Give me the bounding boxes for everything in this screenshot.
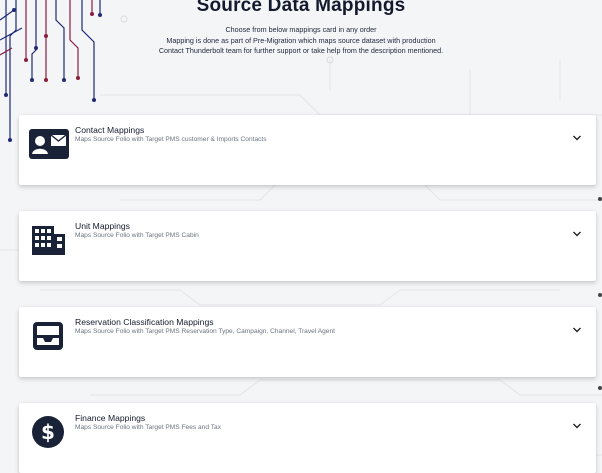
- dollar-icon: $: [28, 415, 70, 449]
- chevron-down-icon[interactable]: [572, 225, 582, 237]
- card-unit-mappings[interactable]: Unit Mappings Maps Source Folio with Tar…: [19, 211, 596, 281]
- card-title: Unit Mappings: [75, 221, 130, 231]
- card-contact-mappings[interactable]: Contact Mappings Maps Source Folio with …: [19, 115, 596, 185]
- page-header: Source Data Mappings Choose from below m…: [0, 0, 602, 57]
- instruction-text: Choose from below mappings card in any o…: [225, 25, 377, 34]
- card-title: Reservation Classification Mappings: [75, 317, 214, 327]
- contact-card-icon: [28, 127, 70, 161]
- support-text: Contact Thunderbolt team for further sup…: [158, 46, 444, 55]
- card-description: Maps Source Folio with Target PMS Cabin: [75, 232, 199, 239]
- chevron-down-icon[interactable]: [572, 417, 582, 429]
- svg-text:$: $: [41, 420, 55, 444]
- chevron-down-icon[interactable]: [572, 129, 582, 141]
- card-finance-mappings[interactable]: $ Finance Mappings Maps Source Folio wit…: [19, 403, 596, 473]
- card-reservation-classification-mappings[interactable]: Reservation Classification Mappings Maps…: [19, 307, 596, 377]
- decor-dot: [598, 293, 602, 297]
- building-icon: [28, 223, 70, 257]
- description-text: Mapping is done as part of Pre-Migration…: [166, 35, 436, 45]
- card-description: Maps Source Folio with Target PMS Fees a…: [75, 424, 221, 431]
- card-description: Maps Source Folio with Target PMS custom…: [75, 136, 267, 143]
- card-description: Maps Source Folio with Target PMS Reserv…: [75, 328, 335, 335]
- decor-dot: [598, 197, 602, 201]
- card-title: Contact Mappings: [75, 125, 145, 135]
- page-title: Source Data Mappings: [196, 0, 406, 16]
- decor-dot: [598, 386, 602, 390]
- card-title: Finance Mappings: [75, 413, 146, 423]
- chevron-down-icon[interactable]: [572, 321, 582, 333]
- inbox-tray-icon: [28, 319, 70, 353]
